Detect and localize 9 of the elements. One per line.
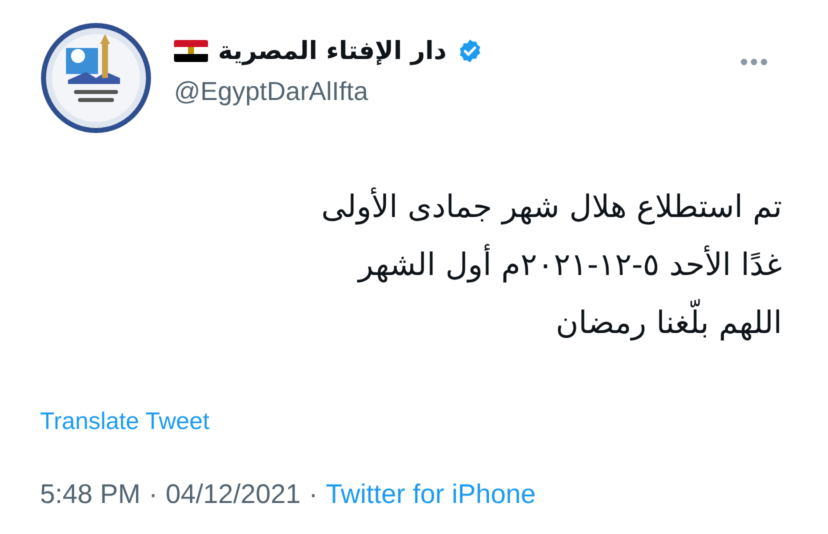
separator-dot: ·: [308, 478, 318, 511]
tweet-text: تم استطلاع هلال شهر جمادى الأولى غدًا الأحد ٥-١٢-٢٠٢١م أول الشهر اللهم بلّغنا رمضان: [320, 186, 783, 343]
separator-dot: ·: [148, 478, 158, 511]
more-options-icon[interactable]: [740, 58, 768, 66]
tweet-time: 5:48 PM: [40, 478, 141, 511]
tweet-date: 04/12/2021: [166, 478, 301, 511]
egypt-flag-icon: [174, 40, 208, 62]
author-handle[interactable]: @EgyptDarAlIfta: [174, 72, 740, 110]
author-name[interactable]: دار الإفتاء المصرية: [218, 32, 447, 70]
